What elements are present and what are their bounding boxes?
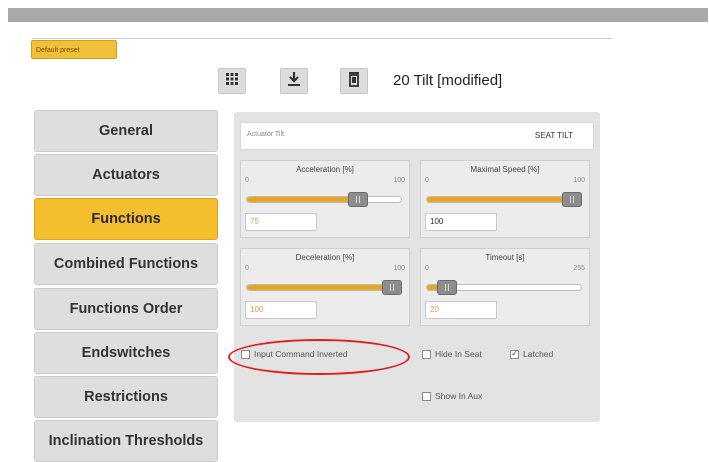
sidebar-item-restrictions[interactable]: Restrictions [34,376,218,418]
timeout-slider-box: Timeout [s] 0 255 20 [420,248,590,326]
sidebar-item-endswitches[interactable]: Endswitches [34,332,218,374]
hide-in-seat-checkbox[interactable] [422,349,431,359]
red-highlight-ellipse [228,339,410,375]
deceleration-slider-box: Deceleration [%] 0 100 100 [240,248,410,326]
slider-fill [427,197,581,202]
sidebar-item-functions-order[interactable]: Functions Order [34,288,218,330]
grid-button[interactable] [218,68,246,94]
slider-max-label: 255 [573,265,585,272]
slider-track[interactable] [246,196,402,203]
acceleration-value-field[interactable]: 75 [245,213,317,231]
slider-fill [247,285,401,290]
slider-thumb[interactable] [382,280,402,295]
slider-track[interactable] [426,196,582,203]
checkbox-label: Latched [523,349,554,359]
slider-max-label: 100 [393,265,405,272]
acceleration-slider-box: Acceleration [%] 0 100 75 [240,160,410,238]
checkbox-label: Hide In Seat [435,349,482,359]
slider-title: Maximal Speed [%] [470,165,540,174]
slider-title: Acceleration [%] [296,165,354,174]
slider-min-label: 0 [425,177,429,184]
slider-thumb[interactable] [348,192,368,207]
timeout-value-field[interactable]: 20 [425,301,497,319]
slider-fill [247,197,364,202]
delete-button[interactable] [340,68,368,94]
sidebar-item-general[interactable]: General [34,110,218,152]
window-top-strip [8,8,708,22]
slider-title: Timeout [s] [485,253,525,262]
preset-title: 20 Tilt [modified] [393,72,503,89]
latched-option[interactable]: Latched [510,348,554,359]
slider-track[interactable] [246,284,402,291]
sidebar-item-functions[interactable]: Functions [34,198,218,240]
download-button[interactable] [280,68,308,94]
slider-thumb[interactable] [562,192,582,207]
slider-title: Deceleration [%] [295,253,355,262]
show-in-aux-checkbox[interactable] [422,391,431,401]
function-name: SEAT TILT [534,131,573,140]
show-in-aux-option[interactable]: Show In Aux [422,391,482,401]
actuator-label: Actuator Tilt [247,131,284,138]
hide-in-seat-option[interactable]: Hide In Seat [422,349,482,359]
maximal-speed-value-field[interactable]: 100 [425,213,497,231]
deceleration-value-field[interactable]: 100 [245,301,317,319]
slider-min-label: 0 [245,177,249,184]
latched-checkbox[interactable] [510,348,519,359]
maximal-speed-slider-box: Maximal Speed [%] 0 100 100 [420,160,590,238]
sidebar-item-actuators[interactable]: Actuators [34,154,218,196]
slider-max-label: 100 [573,177,585,184]
grid-icon [225,72,239,91]
tab-default-preset[interactable]: Default preset [31,40,117,59]
trash-icon [348,71,360,92]
slider-min-label: 0 [425,265,429,272]
sidebar-item-combined-functions[interactable]: Combined Functions [34,243,218,285]
slider-max-label: 100 [393,177,405,184]
tab-bar-line [32,38,612,39]
slider-min-label: 0 [245,265,249,272]
slider-thumb[interactable] [436,280,457,295]
function-header: Actuator Tilt SEAT TILT [240,122,594,150]
sidebar-item-inclination-thresholds[interactable]: Inclination Thresholds [34,420,218,462]
download-icon [287,71,301,92]
checkbox-label: Show In Aux [435,391,483,401]
